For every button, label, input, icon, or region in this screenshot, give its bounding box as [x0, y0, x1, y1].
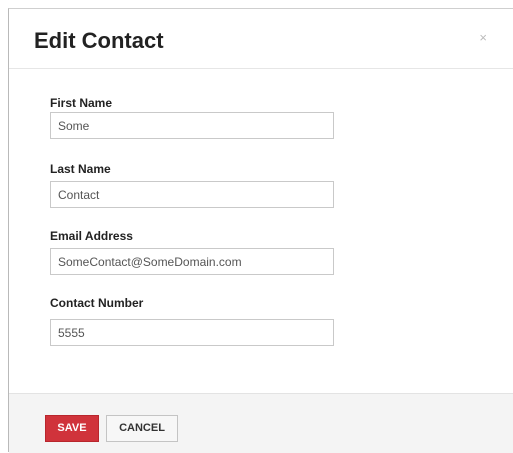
close-icon[interactable]: × — [479, 31, 487, 45]
dialog-title: Edit Contact — [34, 28, 164, 53]
email-label: Email Address — [50, 229, 133, 243]
dialog-footer: SAVE CANCEL — [9, 393, 513, 453]
first-name-label: First Name — [50, 96, 113, 110]
email-input[interactable] — [50, 248, 334, 275]
contact-number-input[interactable] — [50, 319, 334, 346]
contact-number-label: Contact Number — [50, 296, 144, 310]
last-name-input[interactable] — [50, 181, 334, 208]
dialog-header: Edit Contact × — [9, 9, 513, 69]
save-button[interactable]: SAVE — [45, 415, 99, 442]
cancel-button[interactable]: CANCEL — [106, 415, 178, 442]
first-name-input[interactable] — [50, 112, 334, 139]
last-name-label: Last Name — [50, 162, 111, 176]
edit-contact-dialog: Edit Contact × First Name Last Name Emai… — [8, 8, 513, 453]
dialog-body: First Name Last Name Email Address Conta… — [9, 70, 513, 393]
